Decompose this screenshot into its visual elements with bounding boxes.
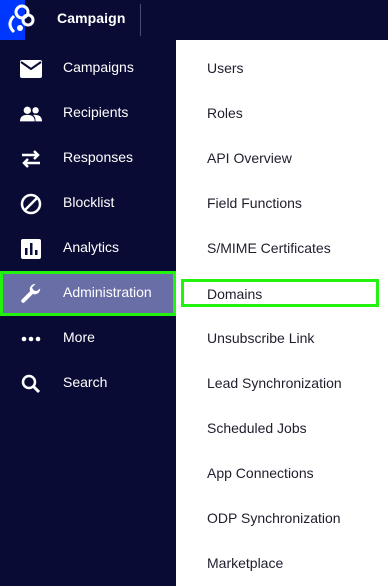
sidebar-item-administration[interactable]: Administration [0, 271, 176, 316]
app-name: Campaign [57, 10, 126, 26]
sidebar-item-recipients[interactable]: Recipients [0, 91, 176, 136]
submenu-item-label: ODP Synchronization [207, 510, 341, 526]
submenu-item-app-connections[interactable]: App Connections [176, 451, 388, 496]
sidebar-item-responses[interactable]: Responses [0, 136, 176, 181]
block-icon [20, 193, 42, 215]
sidebar-item-blocklist[interactable]: Blocklist [0, 181, 176, 226]
submenu-item-marketplace[interactable]: Marketplace [176, 541, 388, 586]
sidebar-item-label: Search [63, 374, 108, 390]
submenu-item-label: Roles [207, 105, 243, 121]
administration-submenu: Users Roles API Overview Field Functions… [176, 40, 388, 586]
mail-icon [20, 58, 42, 80]
submenu-item-label: API Overview [207, 150, 292, 166]
submenu-item-label: S/MIME Certificates [207, 240, 331, 256]
submenu-item-label: App Connections [207, 465, 314, 481]
more-dots-icon [20, 328, 42, 350]
sidebar-item-search[interactable]: Search [0, 361, 176, 406]
submenu-item-label: Lead Synchronization [207, 375, 342, 391]
submenu-item-label: Scheduled Jobs [207, 420, 307, 436]
submenu-item-label: Users [207, 60, 244, 76]
submenu-item-users[interactable]: Users [176, 46, 388, 91]
header-divider [140, 4, 141, 36]
search-icon [20, 373, 42, 395]
submenu-item-label: Field Functions [207, 195, 302, 211]
submenu-item-label: Marketplace [207, 555, 284, 571]
submenu-item-field-functions[interactable]: Field Functions [176, 181, 388, 226]
sidebar-item-more[interactable]: More [0, 316, 176, 361]
logo-icon [8, 4, 35, 34]
submenu-item-scheduled-jobs[interactable]: Scheduled Jobs [176, 406, 388, 451]
sidebar-item-label: Recipients [63, 104, 129, 120]
submenu-item-unsubscribe-link[interactable]: Unsubscribe Link [176, 316, 388, 361]
sidebar-item-label: Blocklist [63, 194, 115, 210]
submenu-item-roles[interactable]: Roles [176, 91, 388, 136]
sidebar-item-label: Responses [63, 149, 134, 165]
submenu-item-api-overview[interactable]: API Overview [176, 136, 388, 181]
wrench-icon [20, 283, 42, 305]
submenu-item-odp-synchronization[interactable]: ODP Synchronization [176, 496, 388, 541]
submenu-item-smime-certificates[interactable]: S/MIME Certificates [176, 226, 388, 271]
sidebar-item-campaigns[interactable]: Campaigns [0, 46, 176, 91]
sidebar-item-label: More [63, 329, 95, 345]
submenu-item-lead-synchronization[interactable]: Lead Synchronization [176, 361, 388, 406]
submenu-item-domains[interactable]: Domains [181, 279, 379, 307]
submenu-item-label: Domains [207, 286, 263, 302]
sidebar-item-analytics[interactable]: Analytics [0, 226, 176, 271]
submenu-item-label: Unsubscribe Link [207, 330, 315, 346]
sidebar-item-label: Administration [63, 284, 152, 300]
people-icon [20, 103, 42, 125]
swap-arrows-icon [20, 148, 42, 170]
sidebar-item-label: Campaigns [63, 59, 134, 75]
app-logo[interactable] [0, 0, 35, 40]
bar-chart-icon [20, 238, 42, 260]
top-bar: Campaign [0, 0, 388, 40]
sidebar-item-label: Analytics [63, 239, 120, 255]
